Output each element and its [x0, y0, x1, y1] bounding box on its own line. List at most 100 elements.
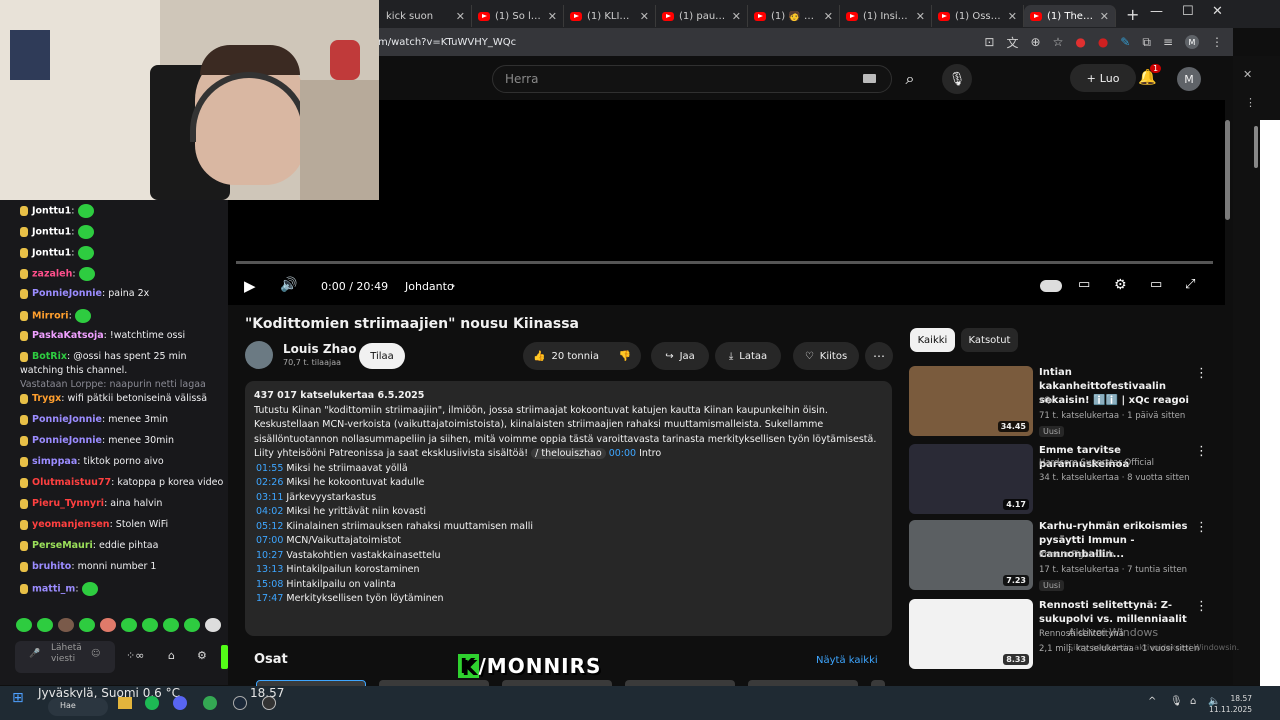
chrome-icon[interactable] — [203, 696, 217, 710]
taskbar-search[interactable]: Hae — [48, 698, 108, 716]
chat-username[interactable]: PonnieJonnie — [32, 414, 102, 425]
account-avatar[interactable]: M — [1177, 67, 1201, 91]
close-tab-icon[interactable]: ✕ — [732, 10, 741, 23]
channel-avatar[interactable] — [245, 341, 273, 369]
install-icon[interactable]: ⊡ — [984, 35, 994, 49]
autoplay-toggle[interactable] — [1040, 280, 1062, 292]
browser-tab[interactable]: (1) Inside Ne ✕ — [840, 5, 932, 27]
show-all-link[interactable]: Näytä kaikki — [816, 655, 878, 666]
recommendation-channel[interactable]: Immun Fight Club — [1039, 550, 1114, 560]
emote-icon[interactable] — [58, 618, 74, 632]
browser-tab[interactable]: (1) Ossi Keto ✕ — [932, 5, 1024, 27]
timestamp-link[interactable]: 00:00 — [609, 448, 636, 459]
timestamp-link[interactable]: 15:08 — [256, 579, 283, 590]
emote-icon[interactable] — [121, 618, 137, 632]
chat-username[interactable]: simppaa — [32, 456, 77, 467]
timestamp-link[interactable]: 03:11 — [256, 492, 283, 503]
browser-tab[interactable]: (1) KLIPPI SU ✕ — [564, 5, 656, 27]
recommendation-item[interactable]: 8.33 Rennosti selitettynä: Z-sukupolvi vs… — [909, 599, 1209, 669]
scrollbar-thumb[interactable] — [1225, 120, 1230, 220]
timestamp-link[interactable]: 17:47 — [256, 593, 283, 604]
timestamp-link[interactable]: 05:12 — [256, 521, 283, 532]
browser-tab[interactable]: (1) 🧑 Pirkk ✕ — [748, 5, 840, 27]
chat-settings-icon[interactable]: ⚙ — [197, 649, 207, 662]
emote-icon[interactable] — [100, 618, 116, 632]
search-input[interactable]: Herra — [492, 65, 892, 93]
tray-chevron-icon[interactable]: ^ — [1148, 696, 1156, 707]
emote-icon[interactable] — [205, 618, 221, 632]
play-icon[interactable]: ▶ — [244, 277, 256, 295]
new-tab-button[interactable]: + — [1126, 5, 1139, 24]
emote-icon[interactable] — [37, 618, 53, 632]
share-button[interactable]: ↪ Jaa — [651, 342, 709, 370]
close-tab-icon[interactable]: ✕ — [1100, 10, 1109, 23]
emote-icon[interactable] — [79, 618, 95, 632]
recommendation-item[interactable]: 7.23 Karhu-ryhmän erikoismies pysäytti Im… — [909, 520, 1209, 591]
recommendation-channel[interactable]: xQc — [1039, 396, 1055, 406]
browser-tab[interactable]: (1) So lucky. ✕ — [472, 5, 564, 27]
spotify-icon[interactable] — [145, 696, 159, 710]
volume-icon[interactable]: 🔊 — [280, 277, 297, 293]
chat-username[interactable]: Pieru_Tynnyri — [32, 498, 104, 509]
timestamp-link[interactable]: 10:27 — [256, 550, 283, 561]
channel-name[interactable]: Louis Zhao — [283, 342, 356, 356]
bookmark-star-icon[interactable]: ☆ — [1053, 35, 1064, 49]
progress-bar[interactable] — [236, 261, 1213, 264]
close-tab-icon[interactable]: ✕ — [916, 10, 925, 23]
panel-menu-icon[interactable]: ⋮ — [1245, 96, 1256, 109]
url-field[interactable]: m/watch?v=KTuWVHY_WQc — [378, 37, 984, 48]
like-button[interactable]: 👍 20 tonnia — [523, 342, 609, 370]
fullscreen-icon[interactable]: ⤢ — [1185, 277, 1195, 292]
emote-icon[interactable] — [163, 618, 179, 632]
video-thumbnail[interactable]: 34.45 — [909, 366, 1033, 436]
chip-all[interactable]: Kaikki — [910, 328, 955, 352]
file-explorer-icon[interactable] — [118, 697, 132, 709]
chat-username[interactable]: Jonttu1 — [32, 206, 71, 217]
video-thumbnail[interactable]: 8.33 — [909, 599, 1033, 669]
zoom-icon[interactable]: ⊕ — [1031, 35, 1041, 49]
timestamp-link[interactable]: 04:02 — [256, 506, 283, 517]
emote-icon[interactable] — [16, 618, 32, 632]
close-tab-icon[interactable]: ✕ — [1008, 10, 1017, 23]
recommendation-channel[interactable]: Hardcore Superstar Official — [1039, 458, 1154, 468]
recommendation-title[interactable]: Intian kakanheittofestivaalin sekaisin! … — [1039, 366, 1191, 408]
dislike-button[interactable]: 👎 — [609, 342, 641, 370]
chat-username[interactable]: Olutmaistuu77 — [32, 477, 111, 488]
emote-icon[interactable] — [142, 618, 158, 632]
steam-icon[interactable] — [233, 696, 247, 710]
chat-username[interactable]: matti_m — [32, 584, 75, 595]
close-tab-icon[interactable]: ✕ — [640, 10, 649, 23]
store-icon[interactable]: ⌂ — [168, 649, 175, 662]
minimize-icon[interactable]: — — [1150, 4, 1163, 19]
create-button[interactable]: + Luo — [1070, 64, 1136, 92]
description-box[interactable]: 437 017 katselukertaa 6.5.2025 Tutustu K… — [245, 381, 892, 636]
more-actions-button[interactable]: ⋯ — [865, 342, 893, 370]
chat-username[interactable]: PonnieJonnie — [32, 435, 102, 446]
tray-mic-icon[interactable]: 🎙 — [1170, 696, 1183, 707]
chat-username[interactable]: yeomanjensen — [32, 519, 110, 530]
system-clock[interactable]: 18.57 11.11.2025 — [1209, 693, 1252, 715]
more-vertical-icon[interactable]: ⋮ — [1195, 520, 1208, 535]
recommendation-item[interactable]: 4.17 Emme tarvitse parannuskeinoa Hardcore… — [909, 444, 1209, 514]
extensions-puzzle-icon[interactable]: ⧉ — [1142, 35, 1151, 50]
start-icon[interactable]: ⊞ — [12, 690, 24, 706]
video-thumbnail[interactable]: 7.23 — [909, 520, 1033, 590]
chat-username[interactable]: Jonttu1 — [32, 227, 71, 238]
timestamp-link[interactable]: 13:13 — [256, 564, 283, 575]
keyboard-icon[interactable] — [863, 74, 876, 83]
microphone-icon[interactable]: 🎤 — [29, 649, 40, 659]
chat-username[interactable]: PonnieJonnie — [32, 288, 102, 299]
search-button[interactable]: ⌕ — [890, 65, 930, 93]
close-tab-icon[interactable]: ✕ — [548, 10, 557, 23]
browser-menu-icon[interactable]: ⋮ — [1211, 35, 1223, 49]
chat-username[interactable]: PerseMauri — [32, 540, 93, 551]
discord-icon[interactable] — [173, 696, 187, 710]
chat-username[interactable]: PaskaKatsoja — [32, 330, 104, 341]
theater-mode-icon[interactable]: ▭ — [1150, 277, 1162, 292]
close-tab-icon[interactable]: ✕ — [824, 10, 833, 23]
reading-list-icon[interactable]: ≡ — [1163, 35, 1173, 49]
chat-username[interactable]: Mirrori — [32, 311, 69, 322]
emoji-icon[interactable]: ☺ — [91, 649, 100, 659]
chat-username[interactable]: bruhito — [32, 561, 71, 572]
chip-watched[interactable]: Katsotut — [961, 328, 1018, 352]
